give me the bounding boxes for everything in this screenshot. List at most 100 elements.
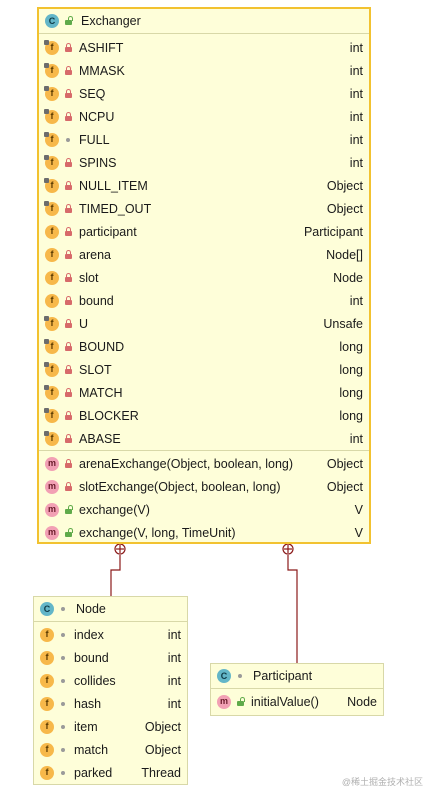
method-name: initialValue() [251, 694, 319, 709]
field-row[interactable]: f MATCH long [39, 381, 369, 404]
field-row[interactable]: f match Object [34, 738, 187, 761]
field-row[interactable]: f SLOT long [39, 358, 369, 381]
lock-icon [63, 88, 73, 99]
field-row[interactable]: f FULL int [39, 128, 369, 151]
field-row[interactable]: f TIMED_OUT Object [39, 197, 369, 220]
field-icon: f [45, 293, 59, 308]
field-name: TIMED_OUT [79, 201, 152, 216]
method-row[interactable]: m arenaExchange(Object, boolean, long) Obj… [39, 452, 369, 475]
lock-icon [63, 318, 73, 329]
participant-class-box[interactable]: C Participant m initialValue() Node [210, 663, 384, 716]
dot-icon [58, 768, 68, 778]
field-name: BOUND [79, 339, 125, 354]
field-row[interactable]: f collides int [34, 669, 187, 692]
exchanger-header[interactable]: C Exchanger [39, 9, 369, 34]
field-type: Node [333, 270, 363, 285]
field-icon: f [44, 430, 59, 446]
field-icon: f [44, 108, 59, 124]
node-class-box[interactable]: C Node f index int f bound int f collides int f ha… [33, 596, 188, 785]
method-row[interactable]: m exchange(V, long, TimeUnit) V [39, 521, 369, 544]
method-row[interactable]: m exchange(V) V [39, 498, 369, 521]
unlock-icon [63, 504, 73, 515]
field-type: int [349, 431, 363, 446]
field-icon: f [44, 361, 59, 377]
field-name: index [74, 627, 104, 642]
field-row[interactable]: f BLOCKER long [39, 404, 369, 427]
field-name: ABASE [79, 431, 121, 446]
field-row[interactable]: f item Object [34, 715, 187, 738]
lock-icon [63, 272, 73, 283]
field-name: bound [74, 650, 109, 665]
field-row[interactable]: f MMASK int [39, 59, 369, 82]
field-row[interactable]: f parked Thread [34, 761, 187, 784]
exchanger-class-box[interactable]: C Exchanger f ASHIFT int f MMASK int f SEQ int f N… [37, 7, 371, 544]
method-row[interactable]: m initialValue() Node [211, 690, 383, 713]
method-icon: m [217, 694, 231, 709]
method-row[interactable]: m slotExchange(Object, boolean, long) Obje… [39, 475, 369, 498]
field-type: int [349, 132, 363, 147]
field-row[interactable]: f U Unsafe [39, 312, 369, 335]
dot-icon [58, 676, 68, 686]
field-row[interactable]: f hash int [34, 692, 187, 715]
field-row[interactable]: f NCPU int [39, 105, 369, 128]
field-icon: f [45, 270, 59, 285]
unlock-icon [63, 527, 73, 538]
field-row[interactable]: f ASHIFT int [39, 36, 369, 59]
field-icon: f [44, 85, 59, 101]
field-type: int [349, 155, 363, 170]
field-type: int [349, 86, 363, 101]
field-row[interactable]: f ABASE int [39, 427, 369, 450]
field-name: ASHIFT [79, 40, 124, 55]
unlock-icon [63, 16, 73, 26]
field-name: hash [74, 696, 102, 711]
method-name: exchange(V, long, TimeUnit) [79, 525, 236, 540]
field-name: parked [74, 765, 113, 780]
dot-icon [58, 745, 68, 755]
field-icon: f [44, 62, 59, 78]
field-name: SPINS [79, 155, 117, 170]
node-header[interactable]: C Node [34, 597, 187, 622]
field-name: U [79, 316, 89, 331]
lock-icon [63, 364, 73, 375]
field-row[interactable]: f bound int [39, 289, 369, 312]
lock-icon [63, 341, 73, 352]
field-row[interactable]: f arena Node[] [39, 243, 369, 266]
lock-icon [63, 249, 73, 260]
field-type: long [339, 362, 363, 377]
field-icon: f [44, 39, 59, 55]
field-row[interactable]: f index int [34, 623, 187, 646]
watermark: @稀土掘金技术社区 [341, 777, 423, 787]
field-row[interactable]: f BOUND long [39, 335, 369, 358]
field-name: item [74, 719, 98, 734]
field-row[interactable]: f NULL_ITEM Object [39, 174, 369, 197]
field-name: arena [79, 247, 111, 262]
method-name: exchange(V) [79, 502, 150, 517]
field-icon: f [44, 177, 59, 193]
dot-icon [58, 653, 68, 663]
node-title: Node [76, 602, 106, 616]
field-icon: f [45, 224, 59, 239]
field-row[interactable]: f participant Participant [39, 220, 369, 243]
lock-icon [63, 410, 73, 421]
lock-icon [63, 481, 73, 492]
class-icon: C [217, 669, 231, 683]
field-type: Unsafe [323, 316, 363, 331]
field-type: long [339, 385, 363, 400]
return-type: Object [326, 456, 363, 471]
field-row[interactable]: f slot Node [39, 266, 369, 289]
lock-icon [63, 387, 73, 398]
field-row[interactable]: f bound int [34, 646, 187, 669]
lock-icon [63, 295, 73, 306]
field-type: Object [144, 742, 181, 757]
field-name: FULL [79, 132, 110, 147]
field-icon: f [40, 673, 54, 688]
return-type: V [354, 525, 363, 540]
field-type: Node[] [326, 247, 363, 262]
field-row[interactable]: f SEQ int [39, 82, 369, 105]
field-row[interactable]: f SPINS int [39, 151, 369, 174]
participant-header[interactable]: C Participant [211, 664, 383, 689]
field-icon: f [40, 742, 54, 757]
method-icon: m [45, 502, 59, 517]
field-icon: f [40, 696, 54, 711]
return-type: V [354, 502, 363, 517]
